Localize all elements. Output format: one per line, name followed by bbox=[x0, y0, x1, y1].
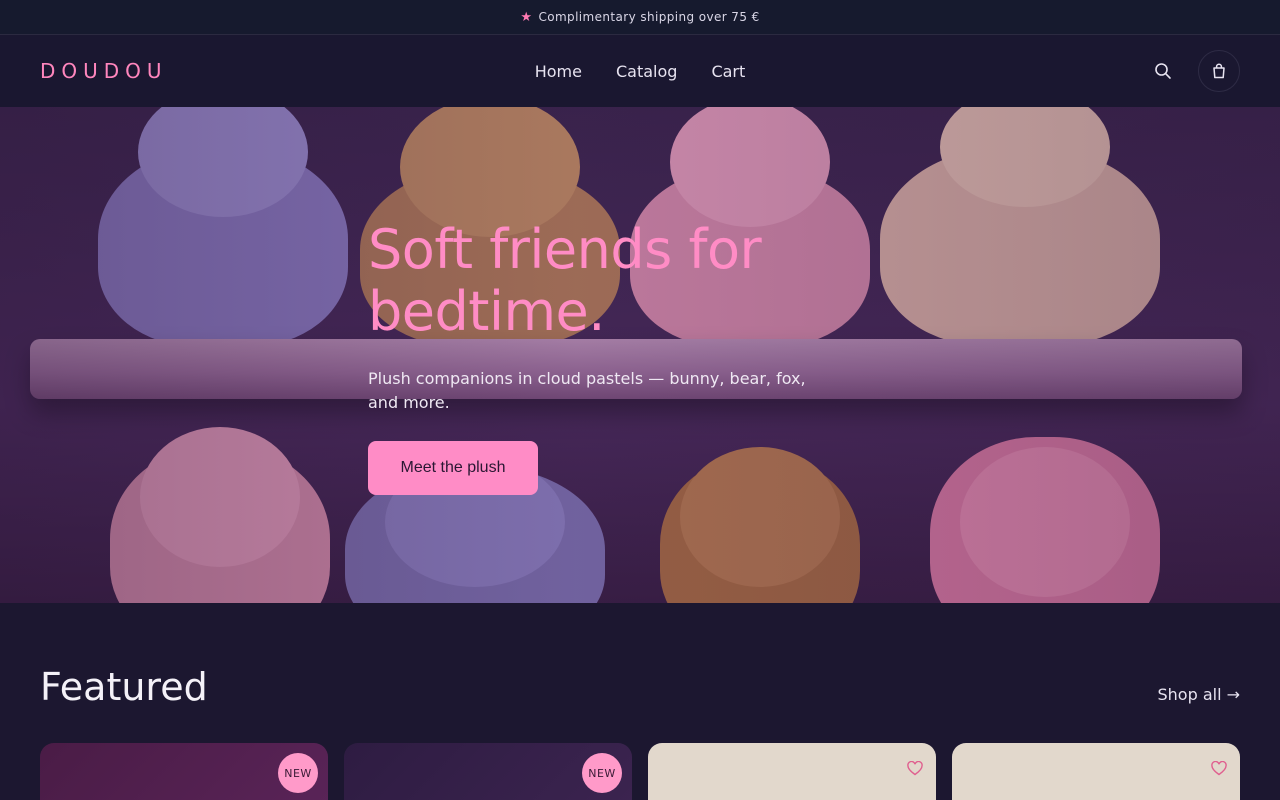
meet-the-plush-button[interactable]: Meet the plush bbox=[368, 441, 538, 495]
new-badge: NEW bbox=[582, 753, 622, 793]
announcement-bar: ★ Complimentary shipping over 75 € bbox=[0, 0, 1280, 35]
product-card[interactable] bbox=[648, 743, 936, 800]
search-button[interactable] bbox=[1142, 50, 1184, 92]
main-nav: Home Catalog Cart bbox=[535, 62, 746, 81]
new-badge: NEW bbox=[278, 753, 318, 793]
heart-icon bbox=[1211, 760, 1227, 775]
announcement-text: Complimentary shipping over 75 € bbox=[538, 10, 760, 24]
product-card[interactable]: NEW bbox=[40, 743, 328, 800]
heart-icon bbox=[907, 760, 923, 775]
shopping-bag-icon bbox=[1213, 63, 1225, 79]
featured-header: Featured Shop all → bbox=[40, 665, 1240, 709]
header-actions bbox=[1142, 50, 1240, 92]
hero-content: Soft friends for bedtime. Plush companio… bbox=[368, 219, 808, 495]
nav-home[interactable]: Home bbox=[535, 62, 582, 81]
featured-title: Featured bbox=[40, 665, 208, 709]
shop-all-link[interactable]: Shop all → bbox=[1157, 685, 1240, 704]
site-header: DOUDOU Home Catalog Cart bbox=[0, 35, 1280, 107]
cart-button[interactable] bbox=[1198, 50, 1240, 92]
featured-section: Featured Shop all → NEW NEW bbox=[0, 603, 1280, 800]
favorite-button[interactable] bbox=[1208, 757, 1230, 779]
favorite-button[interactable] bbox=[904, 757, 926, 779]
search-icon bbox=[1155, 63, 1171, 79]
hero-subtitle: Plush companions in cloud pastels — bunn… bbox=[368, 369, 806, 412]
nav-catalog[interactable]: Catalog bbox=[616, 62, 677, 81]
nav-cart[interactable]: Cart bbox=[711, 62, 745, 81]
product-card[interactable]: NEW bbox=[344, 743, 632, 800]
product-grid: NEW NEW bbox=[40, 743, 1240, 800]
hero-title: Soft friends for bedtime. bbox=[368, 218, 762, 343]
product-card[interactable] bbox=[952, 743, 1240, 800]
logo[interactable]: DOUDOU bbox=[40, 59, 168, 83]
star-icon: ★ bbox=[520, 9, 533, 25]
hero-banner: Soft friends for bedtime. Plush companio… bbox=[0, 107, 1280, 603]
